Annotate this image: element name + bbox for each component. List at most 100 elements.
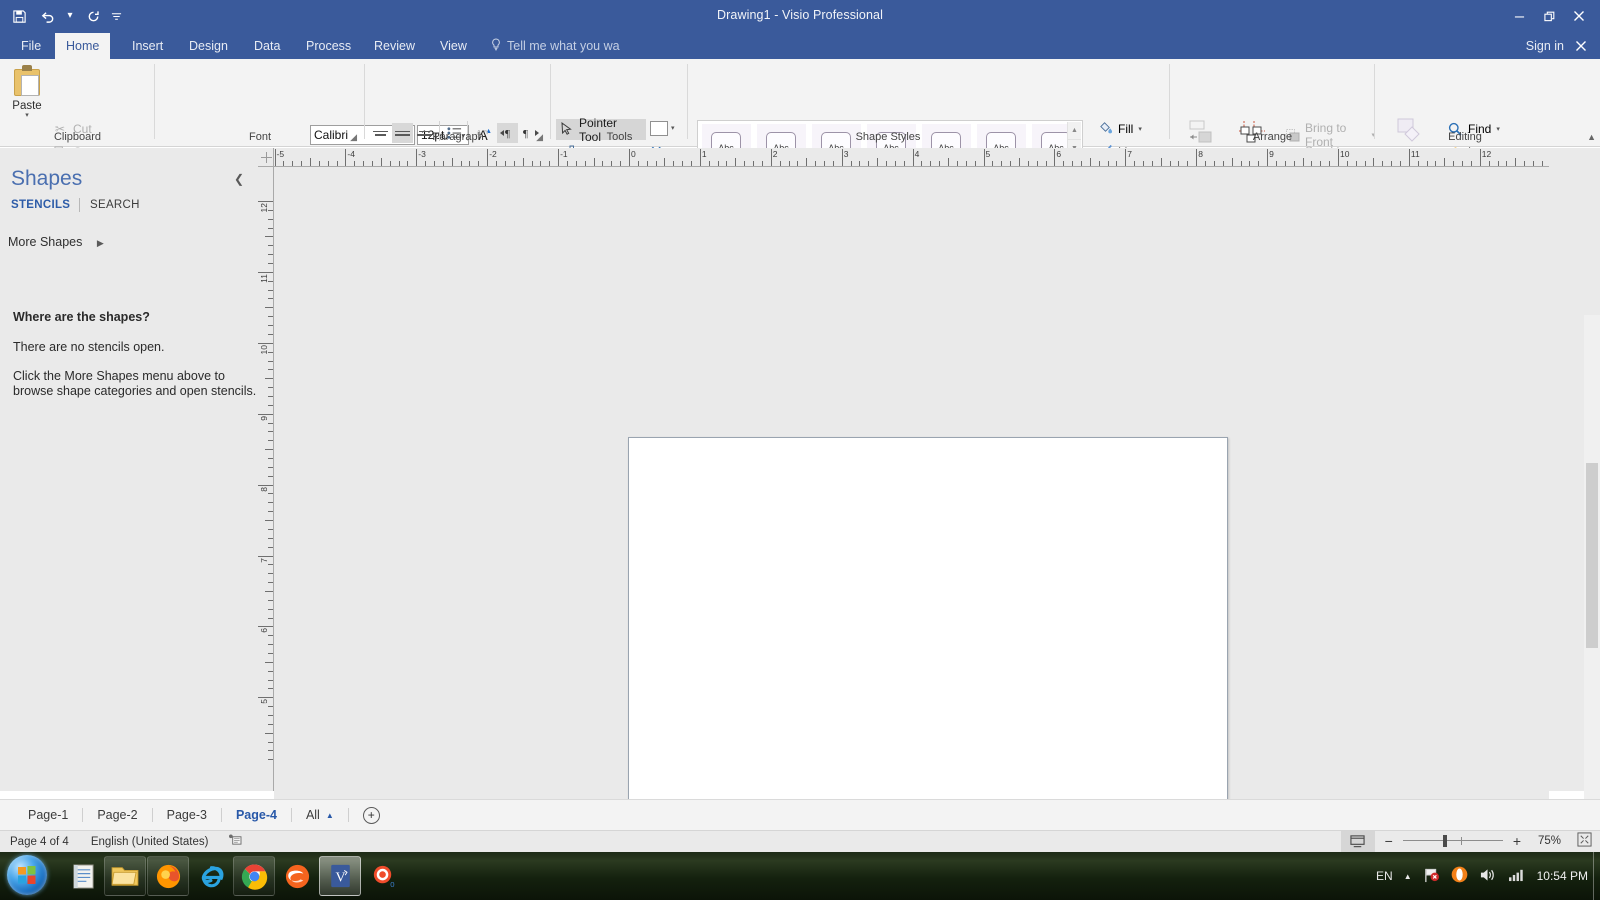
fill-button[interactable]: Fill ▾ [1098, 120, 1142, 137]
add-page-button[interactable]: + [362, 806, 380, 824]
tab-review[interactable]: Review [363, 33, 426, 59]
page-count-status[interactable]: Page 4 of 4 [0, 836, 79, 848]
ribbon-group-tools: Pointer Tool Connector A Text ▾ ✕ Tools [551, 59, 688, 183]
paste-dropdown-icon[interactable]: ▾ [6, 112, 48, 120]
page-tab-page-3[interactable]: Page-3 [153, 800, 221, 831]
more-shapes-button[interactable]: More Shapes ▶ [8, 235, 104, 249]
ruler-minor-tick [1160, 158, 1162, 166]
ribbon-group-editing: Change Shape ▾ Find ▾ Layers ▾ [1375, 59, 1575, 182]
fit-to-window-icon[interactable] [1569, 832, 1592, 850]
tab-design[interactable]: Design [178, 33, 239, 59]
chevron-right-icon: ▶ [96, 238, 104, 248]
ruler-minor-tick [549, 161, 551, 166]
ruler-minor-tick [268, 316, 273, 318]
fill-dropdown-icon[interactable]: ▾ [1138, 125, 1142, 133]
tab-view[interactable]: View [429, 33, 478, 59]
network-signal-icon[interactable] [1508, 867, 1526, 885]
language-status[interactable]: English (United States) [79, 836, 219, 848]
ruler-minor-tick [894, 161, 896, 166]
ruler-minor-tick [268, 351, 273, 353]
show-hidden-icons-icon[interactable]: ▲ [1404, 872, 1412, 881]
macro-record-icon[interactable] [218, 834, 252, 849]
notepad-icon[interactable] [62, 856, 104, 896]
font-dialog-launcher[interactable]: ◢ [350, 132, 357, 143]
all-pages-button[interactable]: All ▲ [292, 800, 348, 831]
ruler-label: 12 [259, 203, 269, 213]
action-center-icon[interactable] [1423, 867, 1440, 886]
zoom-out-button[interactable]: − [1383, 833, 1395, 849]
shapes-stencils-tab[interactable]: STENCILS [11, 199, 70, 211]
ruler-major-tick [258, 484, 273, 486]
collapse-ribbon-icon[interactable]: ▲ [1587, 132, 1596, 142]
page-view-icon[interactable] [1340, 830, 1375, 852]
vertical-ruler[interactable]: 12 11 10 9 8 7 6 5 [258, 167, 274, 791]
paragraph-dialog-launcher[interactable]: ◢ [536, 132, 543, 143]
zoom-slider-handle[interactable] [1442, 835, 1447, 847]
ruler-minor-tick [1417, 161, 1419, 166]
ruler-minor-tick [921, 161, 923, 166]
ruler-minor-tick [1284, 161, 1286, 166]
ruler-corner[interactable] [258, 148, 274, 167]
ruler-minor-tick [268, 759, 273, 761]
shapes-search-tab[interactable]: SEARCH [90, 199, 140, 211]
chevron-left-icon[interactable]: ❮ [234, 172, 244, 186]
tab-file[interactable]: File [10, 33, 52, 59]
internet-explorer-icon[interactable] [190, 856, 232, 896]
ruler-minor-tick [823, 161, 825, 166]
page-tab-page-1[interactable]: Page-1 [14, 800, 82, 831]
zoom-in-button[interactable]: + [1511, 833, 1523, 849]
opera-icon[interactable] [1451, 866, 1468, 886]
ruler-minor-tick [620, 161, 622, 166]
ruler-minor-tick [566, 161, 568, 166]
ruler-label: 6 [259, 628, 269, 634]
recorder-icon[interactable]: 0 [362, 856, 404, 896]
ruler-minor-tick [371, 161, 373, 166]
visio-icon[interactable]: V [319, 856, 361, 896]
tray-language[interactable]: EN [1376, 869, 1393, 883]
volume-icon[interactable] [1479, 867, 1497, 886]
workspace: Shapes ❮ STENCILS SEARCH More Shapes ▶ W… [0, 148, 1600, 900]
ruler-minor-tick [1222, 161, 1224, 166]
vertical-scroll-thumb[interactable] [1586, 463, 1598, 648]
chrome-icon[interactable] [233, 856, 275, 896]
uc-browser-icon[interactable] [276, 856, 318, 896]
ruler-minor-tick [664, 158, 666, 166]
minimize-icon[interactable] [1504, 4, 1534, 28]
ruler-major-tick [258, 555, 273, 557]
file-explorer-icon[interactable] [104, 856, 146, 896]
ribbon-tab-bar: File Home Insert Design Data Process Rev… [0, 33, 1600, 59]
ruler-minor-tick [815, 161, 817, 166]
ruler-label: 9 [1269, 149, 1274, 159]
tell-me-search[interactable]: Tell me what you wa [490, 33, 620, 59]
ruler-label: -1 [560, 149, 568, 159]
paste-button[interactable]: Paste ▾ [6, 65, 48, 120]
page-tab-page-2[interactable]: Page-2 [83, 800, 151, 831]
restore-icon[interactable] [1534, 4, 1564, 28]
ruler-label: 4 [914, 149, 920, 159]
close-icon[interactable] [1564, 4, 1594, 28]
ruler-minor-tick [1249, 161, 1251, 166]
zoom-level-label[interactable]: 75% [1531, 835, 1561, 847]
close-document-icon[interactable] [1568, 33, 1594, 59]
start-orb-icon[interactable] [2, 851, 52, 899]
tab-insert[interactable]: Insert [121, 33, 174, 59]
sign-in-button[interactable]: Sign in [1526, 33, 1564, 59]
ruler-major-tick [841, 149, 843, 166]
tab-process[interactable]: Process [295, 33, 362, 59]
show-desktop-button[interactable] [1593, 852, 1600, 900]
ruler-minor-tick [1275, 161, 1277, 166]
ruler-minor-tick [268, 715, 273, 717]
ruler-minor-tick [806, 158, 808, 166]
ruler-label: 8 [1198, 149, 1203, 159]
firefox-icon[interactable] [147, 856, 189, 896]
page-tab-page-4[interactable]: Page-4 [222, 800, 291, 831]
tab-home[interactable]: Home [55, 33, 111, 59]
ruler-minor-tick [744, 161, 746, 166]
zoom-slider[interactable] [1402, 834, 1503, 848]
ruler-minor-tick [268, 502, 273, 504]
ruler-minor-tick [655, 161, 657, 166]
tab-data[interactable]: Data [243, 33, 291, 59]
taskbar-clock[interactable]: 10:54 PM [1537, 869, 1588, 883]
horizontal-ruler[interactable]: -5 -4 -3 -2 -1 0 1 2 3 4 5 6 7 8 9 10 11 12 [274, 148, 1549, 167]
ruler-minor-tick [460, 161, 462, 166]
